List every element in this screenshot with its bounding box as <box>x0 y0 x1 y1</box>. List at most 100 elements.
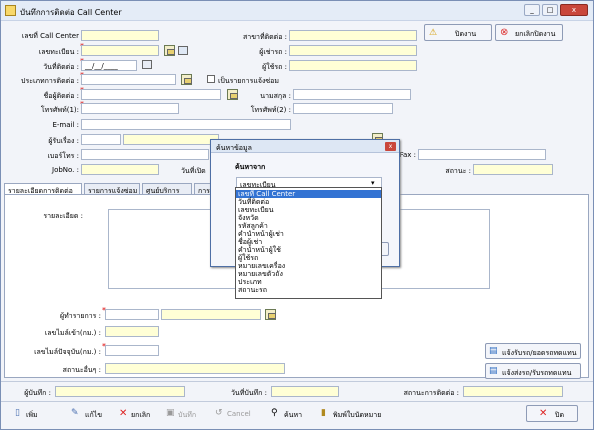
renter-field[interactable] <box>289 45 417 56</box>
worker-label: ผู้ทำรายการ : <box>25 306 106 322</box>
branch-field[interactable] <box>289 30 417 41</box>
receiver-label: ผู้รับเรื่อง : <box>48 137 79 145</box>
calendar-icon[interactable] <box>142 60 152 69</box>
divider <box>1 381 593 382</box>
maximize-button[interactable]: □ <box>542 4 558 16</box>
contact-date-label: วันที่ติดต่อ : <box>21 57 84 73</box>
close-window-button[interactable]: x <box>560 4 588 16</box>
contact-status-label: สถานะการติดต่อ : <box>403 389 459 397</box>
user-label: ผู้ใช้รถ : <box>262 63 287 71</box>
renter-label: ผู้เช่ารถ : <box>259 48 287 56</box>
search-button[interactable]: ⚲ ค้นหา <box>271 408 311 420</box>
option-user-prefix[interactable]: คำนำหน้าผู้ใช้ <box>236 246 381 254</box>
title-bar: บันทึกการติดต่อ Call Center _ □ x <box>1 1 593 21</box>
report-checkbox-label: เป็นรายการแจ้งซ่อม <box>218 77 279 85</box>
close-button[interactable]: ✕ ปิด <box>526 405 578 422</box>
folder-icon[interactable] <box>227 89 238 100</box>
option-reg-no[interactable]: เลขทะเบียน <box>236 206 381 214</box>
save-icon: ▣ <box>166 408 175 418</box>
call-no-label: เลขที่ Call Center <box>21 32 79 40</box>
minimize-button[interactable]: _ <box>524 4 540 16</box>
email-label: E-mail : <box>52 121 79 129</box>
surname-label: นามสกุล : <box>260 92 291 100</box>
option-province[interactable]: จังหวัด <box>236 214 381 222</box>
branch-label: สาขาที่ติดต่อ : <box>243 33 287 41</box>
cancel-button[interactable]: ↺ Cancel <box>215 408 255 420</box>
contact-status-field[interactable] <box>463 386 563 397</box>
receiver-name-field[interactable] <box>123 134 219 145</box>
warning-icon: ⚠ <box>429 28 438 38</box>
recorder-label: ผู้บันทึก : <box>24 389 51 397</box>
return-car-button[interactable]: ▤ แจ้งส่งรถ/รับรถทดแทน <box>485 363 581 379</box>
description-label: รายละเอียด : <box>43 212 83 220</box>
email-field[interactable] <box>81 119 291 130</box>
search-field-dropdown: เลขที่ Call Center วันที่ติดต่อ เลขทะเบี… <box>235 187 382 299</box>
edit-button[interactable]: ✎ แก้ไข <box>71 408 111 420</box>
option-customer-code[interactable]: รหัสลูกค้า <box>236 222 381 230</box>
status-field[interactable] <box>473 164 553 175</box>
option-call-no[interactable]: เลขที่ Call Center <box>236 190 381 198</box>
send-car-button[interactable]: ▤ แจ้งรับรถ/ยอดรถทดแทน <box>485 343 581 359</box>
phone1-label: โทรศัพท์(1): <box>21 100 84 116</box>
user-field[interactable] <box>289 60 417 71</box>
delete-icon: ✕ <box>119 408 128 419</box>
phone-no-label: เบอร์โทร : <box>47 152 79 160</box>
contact-date-field[interactable]: __/__/____ <box>81 60 137 71</box>
close-icon: ✕ <box>539 408 548 419</box>
new-doc-icon: ▯ <box>15 408 20 418</box>
reg-no-field[interactable] <box>81 45 159 56</box>
jobno-field[interactable] <box>81 164 159 175</box>
car-icon: ▤ <box>489 366 498 376</box>
option-user[interactable]: ผู้ใช้รถ <box>236 254 381 262</box>
option-chassis-no[interactable]: หมายเลขตัวถัง <box>236 270 381 278</box>
option-car-status[interactable]: สถานะรถ <box>236 286 381 294</box>
reopen-job-button[interactable]: ⊗ ยกเลิกปิดงาน <box>495 24 563 41</box>
open-date-label: วันที่เปิด <box>181 167 206 175</box>
odo-in-field[interactable] <box>105 345 159 356</box>
surname-field[interactable] <box>293 89 411 100</box>
odo-out-field[interactable] <box>105 326 159 337</box>
record-date-field[interactable] <box>271 386 339 397</box>
phone2-label: โทรศัพท์(2) : <box>250 106 291 114</box>
phone1-field[interactable] <box>81 103 179 114</box>
contact-name-field[interactable] <box>81 89 221 100</box>
worker-code-field[interactable] <box>105 309 159 320</box>
contact-type-field[interactable] <box>81 74 176 85</box>
call-no-field[interactable] <box>81 30 159 41</box>
worker-name-field[interactable] <box>161 309 261 320</box>
receiver-code-field[interactable] <box>81 134 121 145</box>
search-from-label: ค้นหาจาก <box>235 163 266 171</box>
edit-icon: ✎ <box>71 408 79 418</box>
search-icon[interactable] <box>178 46 188 55</box>
option-renter-name[interactable]: ชื่อผู้เช่า <box>236 238 381 246</box>
window-title: บันทึกการติดต่อ Call Center <box>20 8 122 17</box>
save-button[interactable]: ▣ บันทึก <box>166 408 206 420</box>
contact-name-label: ชื่อผู้ติดต่อ : <box>21 86 84 102</box>
undo-icon: ↺ <box>215 408 223 418</box>
option-contact-date[interactable]: วันที่ติดต่อ <box>236 198 381 206</box>
dialog-close-icon[interactable]: x <box>385 142 396 151</box>
app-icon <box>5 5 16 16</box>
delete-button[interactable]: ✕ ยกเลิก <box>119 408 159 420</box>
report-checkbox[interactable] <box>207 75 215 83</box>
close-job-button[interactable]: ⚠ ปิดงาน <box>424 24 492 41</box>
other-status-field[interactable] <box>105 363 285 374</box>
dialog-title-bar: ค้นหาข้อมูล x <box>211 140 399 153</box>
folder-icon[interactable] <box>265 309 276 320</box>
record-date-label: วันที่บันทึก : <box>231 389 267 397</box>
add-button[interactable]: ▯ เพิ่ม <box>13 408 53 420</box>
binoculars-icon: ⚲ <box>271 408 278 418</box>
folder-icon[interactable] <box>181 74 192 85</box>
reg-no-label: เลขทะเบียน : <box>21 42 84 58</box>
option-engine-no[interactable]: หมายเลขเครื่อง <box>236 262 381 270</box>
status-label: สถานะ : <box>445 167 471 175</box>
phone2-field[interactable] <box>293 103 393 114</box>
phone-no-field[interactable] <box>81 149 209 160</box>
folder-icon[interactable] <box>164 45 175 56</box>
fax-field[interactable] <box>418 149 546 160</box>
recorder-field[interactable] <box>55 386 185 397</box>
option-renter-prefix[interactable]: คำนำหน้าผู้เช่า <box>236 230 381 238</box>
odo-out-label: เลขไมล์เข้า(กม.) : <box>44 329 101 337</box>
option-type[interactable]: ประเภท <box>236 278 381 286</box>
print-appointment-button[interactable]: ▮ พิมพ์ใบนัดหมาย <box>321 408 401 420</box>
